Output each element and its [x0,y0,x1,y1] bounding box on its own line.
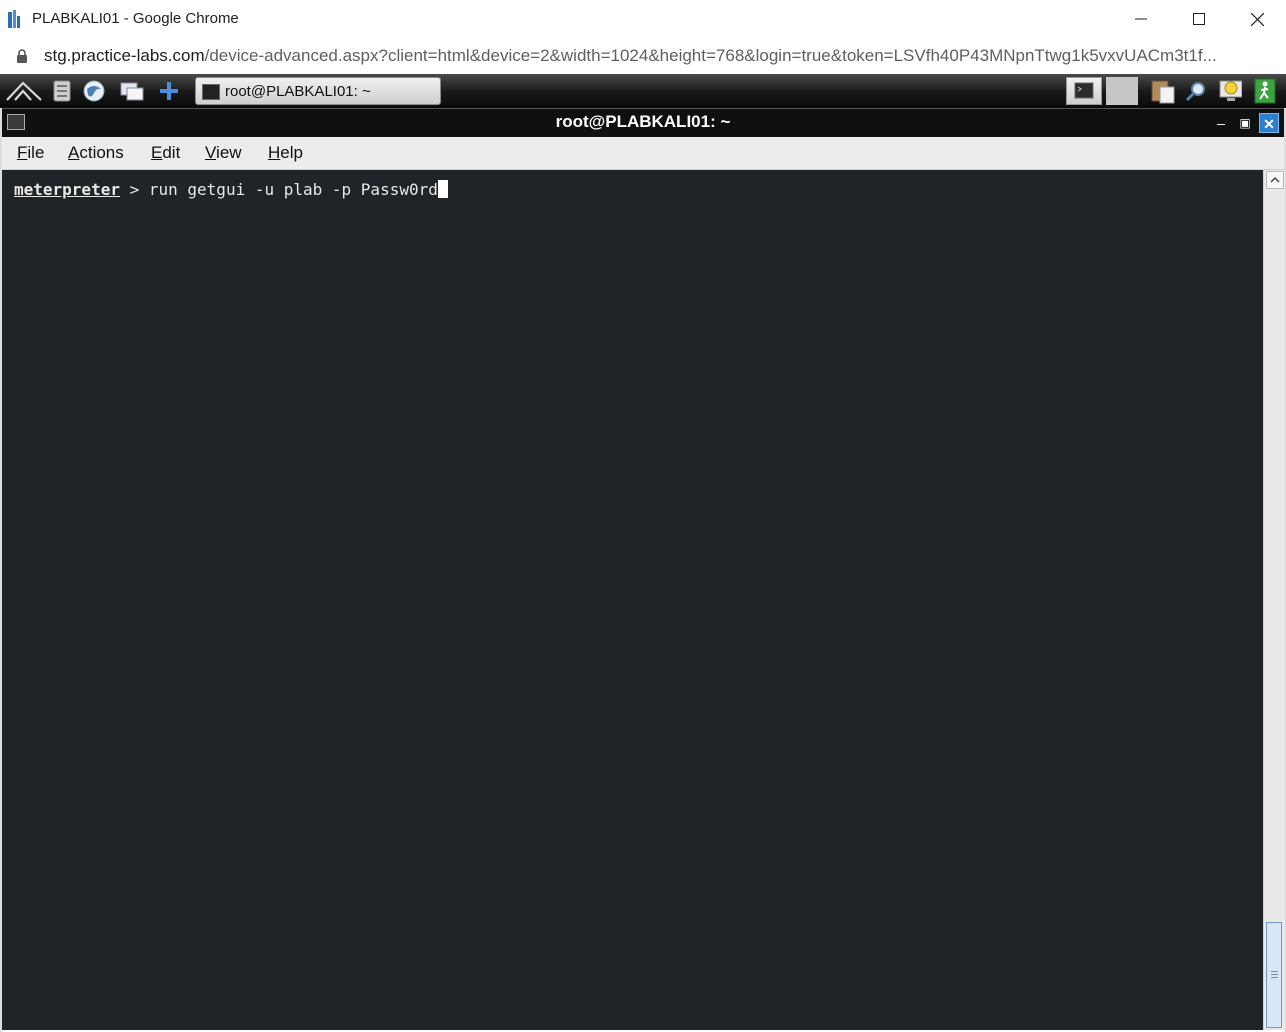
menu-view-mnemonic: V [205,143,217,162]
terminal-scrollbar[interactable] [1263,170,1285,1030]
terminal-minimize-button[interactable]: – [1211,113,1231,133]
url-path: /device-advanced.aspx?client=html&device… [204,46,1217,65]
menu-edit-label: dit [162,143,181,162]
terminal-maximize-button[interactable]: ▣ [1235,113,1255,133]
grip-line [1271,977,1278,978]
grip-line [1271,971,1278,972]
terminal-tray-icon[interactable] [1066,77,1102,105]
lock-icon [17,49,27,63]
menu-file[interactable]: File [17,143,44,163]
url-host: stg.practice-labs.com [44,46,205,65]
maximize-button[interactable] [1170,0,1228,38]
menu-edit[interactable]: Edit [151,143,180,163]
browser-window-title: PLABKALI01 - Google Chrome [32,10,239,27]
maximize-icon [1193,13,1205,25]
terminal-title-bar[interactable]: root@PLABKALI01: ~ – ▣ ✕ [0,108,1286,137]
prompt-symbol: > [119,180,149,199]
clipboard-icon[interactable] [1148,79,1178,104]
add-icon[interactable] [157,79,181,103]
minimize-icon [1135,18,1147,20]
menu-edit-mnemonic: E [151,143,163,162]
logout-icon[interactable] [1252,78,1278,104]
terminal-menu-bar: File Actions Edit View Help [0,137,1286,170]
close-icon [1250,12,1264,26]
grip-line [1271,974,1278,975]
close-button[interactable] [1228,0,1286,38]
menu-actions[interactable]: Actions [68,143,124,163]
menu-actions-mnemonic: A [68,143,80,162]
kali-menu-icon[interactable] [4,79,44,103]
scrollbar-thumb[interactable] [1266,922,1282,1028]
chevron-up-icon [1270,176,1280,183]
tray-blank-slot [1106,77,1138,105]
practice-labs-icon [8,10,20,28]
command-line: meterpreter > run getgui -u plab -p Pass… [14,180,448,199]
terminal-close-button[interactable]: ✕ [1259,113,1279,133]
address-bar[interactable]: stg.practice-labs.com/device-advanced.as… [0,38,1286,75]
browser-title-bar: PLABKALI01 - Google Chrome [0,0,1286,39]
menu-help[interactable]: Help [268,143,303,163]
command-text: run getgui -u plab -p Passw0rd [148,180,438,199]
terminal-window-title: root@PLABKALI01: ~ [555,112,731,131]
prompt-name: meterpreter [14,180,120,199]
scroll-up-button[interactable] [1266,171,1284,189]
url-text[interactable]: stg.practice-labs.com/device-advanced.as… [44,46,1274,66]
menu-help-label: elp [280,143,303,162]
menu-help-mnemonic: H [268,143,281,162]
menu-view-label: iew [216,143,242,162]
menu-file-label: ile [27,143,45,162]
menu-file-mnemonic: F [17,143,28,162]
menu-actions-label: ctions [79,143,124,162]
browser-icon[interactable] [82,79,106,103]
file-manager-icon[interactable] [50,79,74,103]
taskbar-task-terminal[interactable]: root@PLABKALI01: ~ [195,77,441,105]
terminal-output[interactable]: meterpreter > run getgui -u plab -p Pass… [2,170,1263,1030]
text-cursor [437,180,448,198]
show-desktop-icon[interactable] [120,79,144,103]
terminal-icon [202,84,220,100]
remote-taskbar: root@PLABKALI01: ~ [0,74,1286,108]
update-icon[interactable] [1218,79,1242,103]
menu-view[interactable]: View [205,143,242,163]
minimize-button[interactable] [1112,0,1170,38]
task-label: root@PLABKALI01: ~ [225,83,371,100]
search-icon[interactable] [1184,79,1208,103]
